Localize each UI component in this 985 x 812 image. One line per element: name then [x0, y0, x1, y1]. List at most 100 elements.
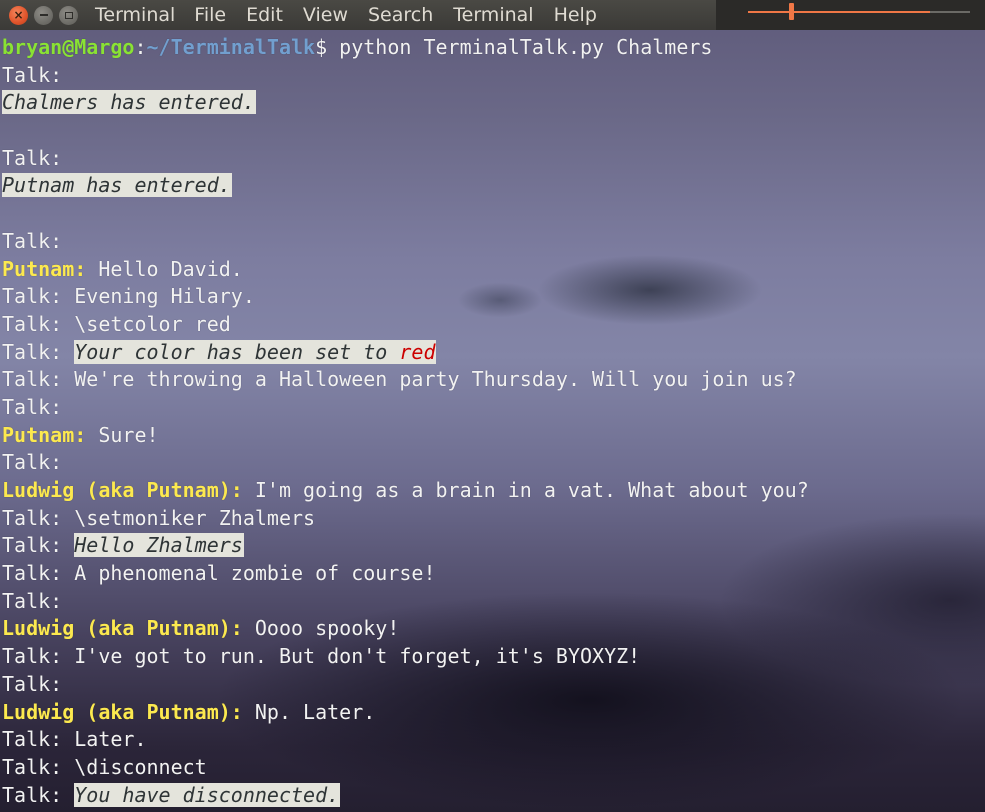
- chat-line: Talk: \disconnect: [2, 754, 985, 782]
- sender-nick: Putnam:: [2, 422, 87, 447]
- title-bar: × Terminal File Edit View Search Termina…: [0, 0, 985, 30]
- menu-file[interactable]: File: [194, 4, 226, 26]
- close-icon: ×: [13, 8, 24, 22]
- message-text: Evening Hilary.: [62, 284, 255, 309]
- chat-line: Putnam: Hello David.: [2, 256, 985, 284]
- system-notice: Hello Zhalmers: [74, 533, 244, 558]
- message-text: Later.: [62, 727, 147, 752]
- message-text: I've got to run. But don't forget, it's …: [62, 644, 641, 669]
- chat-line: Talk: \setcolor red: [2, 311, 985, 339]
- talk-prefix: Talk:: [2, 727, 63, 752]
- slider-track-rest: [930, 11, 970, 13]
- talk-prefix: Talk:: [2, 533, 75, 558]
- chat-line: Talk: Evening Hilary.: [2, 283, 985, 311]
- message-text: Sure!: [86, 422, 159, 447]
- close-button[interactable]: ×: [9, 5, 28, 25]
- message-text: \setmoniker Zhalmers: [62, 505, 316, 530]
- talk-prefix: Talk:: [2, 228, 63, 253]
- system-notice: Your color has been set to red: [74, 339, 437, 364]
- message-text: Hello David.: [86, 256, 243, 281]
- minimize-icon: [39, 14, 48, 16]
- chat-line: Putnam: Sure!: [2, 422, 985, 450]
- chat-line: Talk:: [2, 145, 985, 173]
- talk-prefix: Talk:: [2, 394, 63, 419]
- prompt-line: bryan@Margo:~/TerminalTalk$ python Termi…: [2, 34, 985, 62]
- system-notice: Chalmers has entered.: [2, 90, 256, 115]
- volume-slider[interactable]: [716, 0, 985, 30]
- talk-prefix: Talk:: [2, 588, 63, 613]
- chat-line: Talk: Hello Zhalmers: [2, 532, 985, 560]
- message-text: We're throwing a Halloween party Thursda…: [62, 367, 797, 392]
- talk-prefix: Talk:: [2, 367, 63, 392]
- prompt-command: python TerminalTalk.py Chalmers: [339, 35, 713, 59]
- chat-line: Talk:: [2, 671, 985, 699]
- talk-prefix: Talk:: [2, 782, 75, 807]
- chat-line: Putnam has entered.: [2, 172, 985, 200]
- chat-line: [2, 200, 985, 228]
- notice-text: Your color has been set to: [74, 339, 400, 364]
- slider-handle[interactable]: [789, 3, 794, 20]
- terminal-output[interactable]: bryan@Margo:~/TerminalTalk$ python Termi…: [2, 34, 985, 809]
- chat-line: Talk: \setmoniker Zhalmers: [2, 505, 985, 533]
- talk-prefix: Talk:: [2, 644, 63, 669]
- message-text: \setcolor red: [62, 311, 231, 336]
- maximize-button[interactable]: [59, 5, 78, 25]
- chat-log: Talk: Chalmers has entered. Talk: Putnam ha…: [2, 62, 985, 810]
- chat-line: Ludwig (aka Putnam): Np. Later.: [2, 699, 985, 727]
- chat-line: Talk: Later.: [2, 726, 985, 754]
- sender-nick: Putnam:: [2, 256, 87, 281]
- system-notice: Putnam has entered.: [2, 173, 232, 198]
- talk-prefix: Talk:: [2, 450, 63, 475]
- system-notice: You have disconnected.: [74, 782, 341, 807]
- chat-line: Talk:: [2, 449, 985, 477]
- sender-nick: Ludwig (aka Putnam):: [2, 616, 243, 641]
- chat-line: Talk: You have disconnected.: [2, 782, 985, 810]
- slider-track: [748, 11, 930, 13]
- chat-line: Talk:: [2, 394, 985, 422]
- message-text: Oooo spooky!: [242, 616, 400, 641]
- message-text: A phenomenal zombie of course!: [62, 561, 436, 586]
- menu-edit[interactable]: Edit: [246, 4, 283, 26]
- prompt-user-host: bryan@Margo: [2, 35, 135, 59]
- sender-nick: Ludwig (aka Putnam):: [2, 699, 243, 724]
- notice-text: Hello Zhalmers: [74, 533, 243, 558]
- talk-prefix: Talk:: [2, 339, 75, 364]
- maximize-icon: [64, 11, 73, 19]
- talk-prefix: Talk:: [2, 311, 63, 336]
- chat-line: Talk: A phenomenal zombie of course!: [2, 560, 985, 588]
- chat-line: Ludwig (aka Putnam): Oooo spooky!: [2, 615, 985, 643]
- talk-prefix: Talk:: [2, 754, 63, 779]
- chat-line: Ludwig (aka Putnam): I'm going as a brai…: [2, 477, 985, 505]
- notice-color-word: red: [399, 339, 436, 364]
- chat-line: Talk:: [2, 228, 985, 256]
- chat-line: Talk: Your color has been set to red: [2, 339, 985, 367]
- window-title: Terminal: [95, 4, 176, 26]
- terminal-window: × Terminal File Edit View Search Termina…: [0, 0, 985, 812]
- chat-line: [2, 117, 985, 145]
- menu-bar: Terminal File Edit View Search Terminal …: [95, 0, 617, 30]
- prompt-separator: :: [134, 35, 147, 59]
- message-text: Np. Later.: [242, 699, 376, 724]
- message-text: \disconnect: [62, 754, 207, 779]
- talk-prefix: Talk:: [2, 62, 63, 87]
- menu-search[interactable]: Search: [368, 4, 433, 26]
- prompt-path: ~/TerminalTalk: [146, 35, 316, 59]
- talk-prefix: Talk:: [2, 561, 63, 586]
- sender-nick: Ludwig (aka Putnam):: [2, 478, 243, 502]
- chat-line: Talk: We're throwing a Halloween party T…: [2, 366, 985, 394]
- menu-view[interactable]: View: [303, 4, 348, 26]
- prompt-symbol: $: [315, 35, 340, 59]
- message-text: I'm going as a brain in a vat. What abou…: [242, 478, 809, 502]
- chat-line: Talk:: [2, 588, 985, 616]
- chat-line: Talk:: [2, 62, 985, 90]
- talk-prefix: Talk:: [2, 284, 63, 309]
- notice-text: You have disconnected.: [74, 782, 340, 807]
- talk-prefix: Talk:: [2, 145, 63, 170]
- talk-prefix: Talk:: [2, 671, 63, 696]
- minimize-button[interactable]: [34, 5, 53, 25]
- chat-line: Talk: I've got to run. But don't forget,…: [2, 643, 985, 671]
- talk-prefix: Talk:: [2, 505, 63, 530]
- chat-line: Chalmers has entered.: [2, 89, 985, 117]
- menu-help[interactable]: Help: [554, 4, 597, 26]
- menu-terminal[interactable]: Terminal: [453, 4, 533, 26]
